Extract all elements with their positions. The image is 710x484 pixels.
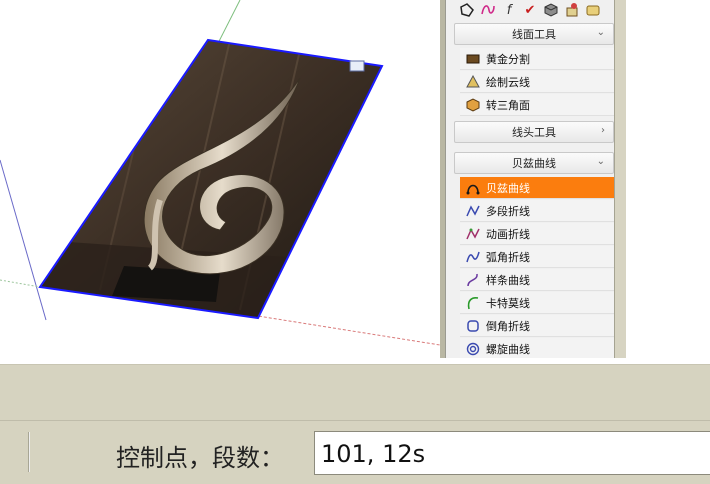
section-bezier-curves[interactable]: 贝兹曲线 ⌄	[454, 152, 614, 174]
chevron-down-icon: ⌄	[596, 27, 605, 38]
triangulate-icon	[466, 97, 480, 112]
sketchup-window: f ✔ 线面工具 ⌄ 黄金分割 绘制云线 转三角面 线头工具 › 贝兹曲线 ⌄ …	[0, 0, 710, 484]
tool-label: 转三角面	[486, 98, 530, 112]
function-icon[interactable]: f	[500, 1, 518, 19]
icon-toolbar: f ✔	[446, 0, 622, 20]
panel-scrollbar[interactable]	[614, 0, 626, 358]
catmull-icon	[466, 296, 480, 310]
tool-golden-ratio[interactable]: 黄金分割	[460, 48, 614, 70]
chevron-down-icon: ⌄	[596, 156, 605, 167]
arc-polyline-icon	[466, 250, 480, 264]
chamfer-polyline-icon	[466, 319, 480, 333]
tool-label: 动画折线	[486, 227, 530, 241]
scroll-icon[interactable]	[584, 1, 602, 19]
polygon-icon[interactable]	[458, 1, 476, 19]
tool-label: 倒角折线	[486, 319, 530, 333]
tool-label: 弧角折线	[486, 250, 530, 264]
curve-icon[interactable]	[479, 1, 497, 19]
measurements-input[interactable]: 101, 12s	[314, 431, 710, 475]
tool-cloud-line[interactable]: 绘制云线	[460, 71, 614, 93]
green-axis-dotted	[0, 279, 41, 288]
tool-label: 贝兹曲线	[486, 181, 530, 195]
blue-axis	[0, 159, 47, 321]
check-icon[interactable]: ✔	[521, 1, 539, 19]
section-label: 线面工具	[512, 28, 556, 41]
section-surface-tools[interactable]: 线面工具 ⌄	[454, 23, 614, 45]
tool-panel: f ✔ 线面工具 ⌄ 黄金分割 绘制云线 转三角面 线头工具 › 贝兹曲线 ⌄ …	[440, 0, 626, 358]
model-viewport[interactable]	[0, 0, 440, 358]
selection-check-icon	[349, 60, 365, 72]
measurements-label: 控制点，段数：	[116, 444, 284, 472]
tool-triangulate[interactable]: 转三角面	[460, 94, 614, 116]
tool-spiral[interactable]: 螺旋曲线	[460, 338, 614, 358]
tool-arc-polyline[interactable]: 弧角折线	[460, 246, 614, 268]
bezier-icon	[466, 181, 480, 195]
spiral-icon	[466, 342, 480, 356]
section-label: 贝兹曲线	[512, 157, 556, 170]
tool-chamfer-polyline[interactable]: 倒角折线	[460, 315, 614, 337]
tool-spline[interactable]: 样条曲线	[460, 269, 614, 291]
tool-bezier-curve[interactable]: 贝兹曲线	[460, 177, 614, 199]
tool-label: 黄金分割	[486, 52, 530, 66]
tool-panel-content: f ✔ 线面工具 ⌄ 黄金分割 绘制云线 转三角面 线头工具 › 贝兹曲线 ⌄ …	[445, 0, 621, 358]
tool-label: 卡特莫线	[486, 296, 530, 310]
spline-icon	[466, 273, 480, 287]
chevron-right-icon: ›	[601, 125, 605, 136]
tool-animated-polyline[interactable]: 动画折线	[460, 223, 614, 245]
tool-catmull[interactable]: 卡特莫线	[460, 292, 614, 314]
tool-polyline[interactable]: 多段折线	[460, 200, 614, 222]
section-line-end-tools[interactable]: 线头工具 ›	[454, 121, 614, 143]
sculpture-image-face[interactable]	[30, 30, 390, 330]
viewport-canvas[interactable]	[0, 0, 440, 358]
section-label: 线头工具	[512, 126, 556, 139]
tool-label: 多段折线	[486, 204, 530, 218]
toolbar-tray	[0, 364, 710, 420]
animated-polyline-icon	[466, 227, 480, 241]
golden-ratio-icon	[466, 52, 480, 66]
tool-label: 样条曲线	[486, 273, 530, 287]
polyline-icon	[466, 204, 480, 218]
box-icon[interactable]	[542, 1, 560, 19]
status-bar-divider	[28, 432, 30, 472]
paint-icon[interactable]	[563, 1, 581, 19]
tool-label: 绘制云线	[486, 75, 530, 89]
cloud-line-icon	[466, 74, 480, 89]
tool-label: 螺旋曲线	[486, 342, 530, 356]
